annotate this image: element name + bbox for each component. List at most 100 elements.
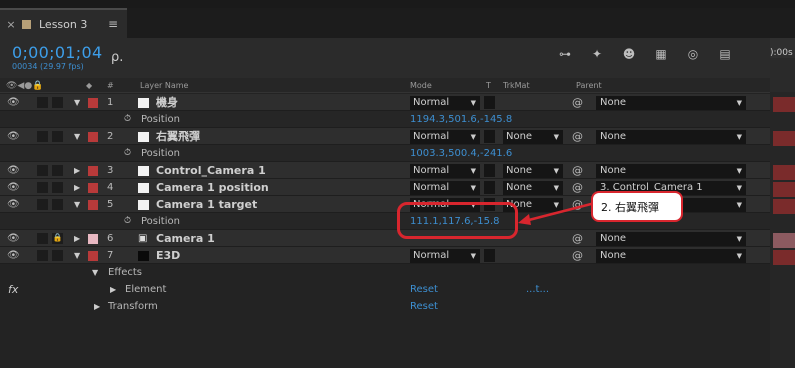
preserve-transparency-toggle[interactable] bbox=[484, 181, 495, 194]
graph-editor-icon[interactable]: ▤ bbox=[715, 47, 735, 65]
layer-label-color[interactable] bbox=[88, 166, 98, 176]
layer-row[interactable]: 👁 🔒 ▶ 6 ▣ Camera 1 @ None ▼ bbox=[0, 230, 770, 247]
visibility-eye-icon[interactable]: 👁 bbox=[7, 249, 20, 262]
property-row[interactable]: ⏱ Position 1003.3,500.4,-241.6 bbox=[0, 145, 770, 162]
parent-pickwhip-icon[interactable]: @ bbox=[572, 232, 583, 245]
expand-triangle-icon[interactable]: ▶ bbox=[74, 164, 80, 177]
parent-pickwhip-icon[interactable]: @ bbox=[572, 130, 583, 143]
blend-mode-dropdown[interactable]: Normal ▼ bbox=[410, 249, 480, 263]
transform-row[interactable]: ▶ Transform Reset bbox=[0, 298, 770, 315]
column-layer-name[interactable]: Layer Name bbox=[140, 81, 188, 90]
layer-name[interactable]: Camera 1 position bbox=[156, 181, 269, 194]
layer-row[interactable]: 👁 ▼ 7 E3D Normal ▼ @ None ▼ bbox=[0, 247, 770, 264]
element-triangle-icon[interactable]: ▶ bbox=[110, 283, 116, 296]
stopwatch-icon[interactable]: ⏱ bbox=[124, 148, 131, 158]
preserve-transparency-toggle[interactable] bbox=[484, 130, 495, 143]
visibility-eye-icon[interactable]: 👁 bbox=[7, 130, 20, 143]
blend-mode-dropdown[interactable]: Normal ▼ bbox=[410, 130, 480, 144]
layer-name[interactable]: 機身 bbox=[156, 96, 178, 109]
draft-3d-icon[interactable]: ✦ bbox=[587, 47, 607, 65]
property-row[interactable]: ⏱ Position 1194.3,501.6,-145.8 bbox=[0, 111, 770, 128]
layer-label-color[interactable] bbox=[88, 98, 98, 108]
layer-bar[interactable] bbox=[773, 182, 795, 197]
layer-label-color[interactable] bbox=[88, 183, 98, 193]
current-time-display[interactable]: 0;00;01;04 bbox=[12, 43, 102, 62]
element-reset-link[interactable]: Reset bbox=[410, 283, 438, 296]
search-icon[interactable]: ρ. bbox=[111, 50, 131, 66]
stopwatch-icon[interactable]: ⏱ bbox=[124, 216, 131, 226]
visibility-eye-icon[interactable]: 👁 bbox=[7, 232, 20, 245]
motion-blur-icon[interactable]: ◎ bbox=[683, 47, 703, 65]
parent-pickwhip-icon[interactable]: @ bbox=[572, 164, 583, 177]
property-value[interactable]: 1194.3,501.6,-145.8 bbox=[410, 114, 512, 125]
layer-row[interactable]: 👁 ▶ 3 Control_Camera 1 Normal ▼ None ▼ @ None ▼ bbox=[0, 162, 770, 179]
lock-switch[interactable] bbox=[52, 199, 63, 210]
layer-row[interactable]: 👁 ▼ 2 右翼飛彈 Normal ▼ None ▼ @ None ▼ bbox=[0, 128, 770, 145]
parent-pickwhip-icon[interactable]: @ bbox=[572, 181, 583, 194]
layer-label-color[interactable] bbox=[88, 251, 98, 261]
blend-mode-dropdown[interactable]: Normal ▼ bbox=[410, 164, 480, 178]
transform-reset-link[interactable]: Reset bbox=[410, 300, 438, 313]
visibility-eye-icon[interactable]: 👁 bbox=[7, 181, 20, 194]
visibility-eye-icon[interactable]: 👁 bbox=[7, 198, 20, 211]
expand-triangle-icon[interactable]: ▼ bbox=[74, 198, 80, 211]
parent-dropdown[interactable]: None ▼ bbox=[596, 249, 746, 263]
stopwatch-icon[interactable]: ⏱ bbox=[124, 114, 131, 124]
expand-triangle-icon[interactable]: ▼ bbox=[74, 249, 80, 262]
layer-name[interactable]: Camera 1 target bbox=[156, 198, 257, 211]
layer-bar[interactable] bbox=[773, 233, 795, 248]
layer-row[interactable]: 👁 ▼ 1 機身 Normal ▼ @ None ▼ bbox=[0, 94, 770, 111]
solo-switch[interactable] bbox=[37, 131, 48, 142]
lock-switch[interactable]: 🔒 bbox=[52, 233, 63, 244]
lock-switch[interactable] bbox=[52, 250, 63, 261]
preserve-transparency-toggle[interactable] bbox=[484, 96, 495, 109]
parent-dropdown[interactable]: None ▼ bbox=[596, 164, 746, 178]
effects-group[interactable]: ▼ Effects bbox=[0, 264, 770, 281]
solo-switch[interactable] bbox=[37, 250, 48, 261]
layer-label-color[interactable] bbox=[88, 200, 98, 210]
property-value[interactable]: 1003.3,500.4,-241.6 bbox=[410, 148, 512, 159]
expand-triangle-icon[interactable]: ▼ bbox=[74, 130, 80, 143]
trkmat-dropdown[interactable]: None ▼ bbox=[503, 181, 563, 195]
frame-blending-icon[interactable]: ▦ bbox=[651, 47, 671, 65]
comp-flowchart-icon[interactable]: ⊶ bbox=[555, 47, 575, 65]
layer-bar[interactable] bbox=[773, 97, 795, 112]
parent-dropdown[interactable]: None ▼ bbox=[596, 130, 746, 144]
expand-triangle-icon[interactable]: ▶ bbox=[74, 181, 80, 194]
lock-switch[interactable] bbox=[52, 182, 63, 193]
preserve-transparency-toggle[interactable] bbox=[484, 164, 495, 177]
transform-triangle-icon[interactable]: ▶ bbox=[94, 300, 100, 313]
layer-name[interactable]: Camera 1 bbox=[156, 232, 215, 245]
expand-triangle-icon[interactable]: ▼ bbox=[74, 96, 80, 109]
solo-switch[interactable] bbox=[37, 182, 48, 193]
lock-switch[interactable] bbox=[52, 165, 63, 176]
blend-mode-dropdown[interactable]: Normal ▼ bbox=[410, 181, 480, 195]
parent-dropdown[interactable]: None ▼ bbox=[596, 96, 746, 110]
layer-bar[interactable] bbox=[773, 199, 795, 214]
layer-bar[interactable] bbox=[773, 131, 795, 146]
layer-label-color[interactable] bbox=[88, 234, 98, 244]
layer-name[interactable]: E3D bbox=[156, 249, 180, 262]
lock-switch[interactable] bbox=[52, 97, 63, 108]
fx-icon[interactable]: fx bbox=[8, 283, 18, 296]
shy-layers-icon[interactable]: ☻ bbox=[619, 47, 639, 65]
lock-switch[interactable] bbox=[52, 131, 63, 142]
trkmat-dropdown[interactable]: None ▼ bbox=[503, 130, 563, 144]
element-about-link[interactable]: ...t... bbox=[526, 283, 549, 296]
solo-switch[interactable] bbox=[37, 97, 48, 108]
panel-menu-icon[interactable]: ≡ bbox=[108, 17, 118, 31]
parent-pickwhip-icon[interactable]: @ bbox=[572, 96, 583, 109]
visibility-eye-icon[interactable]: 👁 bbox=[7, 164, 20, 177]
close-tab-icon[interactable]: × bbox=[0, 18, 22, 31]
expand-triangle-icon[interactable]: ▶ bbox=[74, 232, 80, 245]
layer-name[interactable]: Control_Camera 1 bbox=[156, 164, 266, 177]
effects-triangle-icon[interactable]: ▼ bbox=[92, 266, 98, 279]
effect-element-row[interactable]: fx ▶ Element Reset ...t... bbox=[0, 281, 770, 298]
solo-switch[interactable] bbox=[37, 199, 48, 210]
time-ruler[interactable] bbox=[770, 58, 795, 92]
parent-pickwhip-icon[interactable]: @ bbox=[572, 249, 583, 262]
layer-bar[interactable] bbox=[773, 250, 795, 265]
layer-bar[interactable] bbox=[773, 165, 795, 180]
layer-label-color[interactable] bbox=[88, 132, 98, 142]
layer-name[interactable]: 右翼飛彈 bbox=[156, 130, 200, 143]
